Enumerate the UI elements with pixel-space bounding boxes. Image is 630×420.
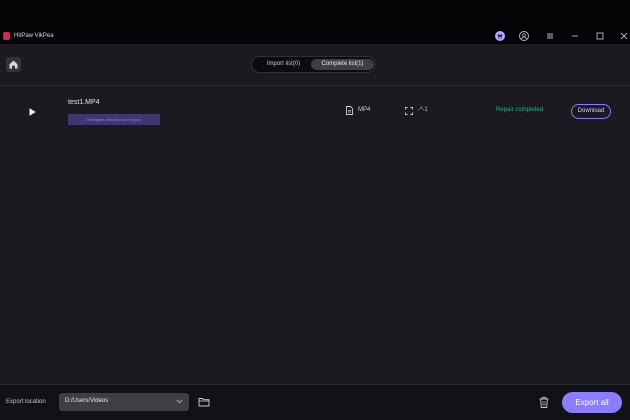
- export-location-label: Export location: [6, 399, 46, 405]
- play-button[interactable]: [22, 104, 42, 120]
- home-icon: [9, 60, 18, 69]
- divider: [0, 85, 630, 86]
- minimize-icon[interactable]: [570, 31, 580, 41]
- export-path-value: D:/Users/Videos: [65, 398, 109, 404]
- file-name: test1.MP4: [68, 99, 100, 106]
- repair-mode-tag: Intelligent detection and repair: [68, 114, 160, 125]
- home-button[interactable]: [6, 57, 21, 72]
- app-title: HitPaw VikPea: [14, 33, 54, 39]
- cart-icon[interactable]: [495, 31, 505, 41]
- list-tabs: Import list(0) Complete list(1): [251, 56, 376, 73]
- resolution-label: -*-1: [418, 107, 428, 113]
- tab-complete-list[interactable]: Complete list(1): [311, 59, 374, 70]
- export-all-button[interactable]: Export all: [562, 392, 622, 413]
- maximize-icon[interactable]: [595, 31, 605, 41]
- title-bar: HitPaw VikPea: [0, 0, 630, 44]
- main-area: [0, 44, 630, 384]
- play-icon: [29, 108, 36, 116]
- menu-icon[interactable]: [545, 31, 555, 41]
- app-logo: [3, 32, 10, 40]
- export-path-select[interactable]: D:/Users/Videos: [59, 393, 189, 411]
- file-format-label: MP4: [358, 107, 371, 113]
- download-button[interactable]: Download: [571, 104, 611, 119]
- trash-icon[interactable]: [538, 396, 550, 409]
- file-format-icon: [346, 106, 353, 115]
- tab-import-list[interactable]: Import list(0): [256, 59, 311, 70]
- folder-icon[interactable]: [198, 397, 210, 407]
- chevron-down-icon: [176, 399, 183, 404]
- repair-status: Repair completed: [496, 107, 544, 113]
- user-icon[interactable]: [519, 31, 529, 41]
- close-icon[interactable]: [619, 31, 629, 41]
- resolution-icon: [405, 107, 413, 115]
